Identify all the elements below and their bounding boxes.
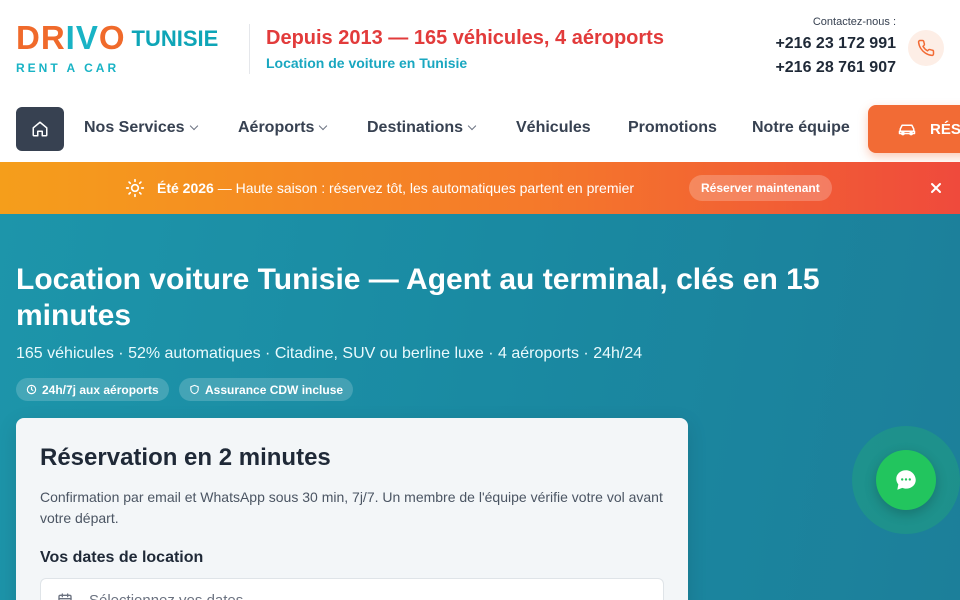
chat-button[interactable] (876, 450, 936, 510)
contact-phone-1[interactable]: +216 23 172 991 (775, 34, 896, 54)
brand-part-3: O (98, 19, 126, 56)
banner-message: Été 2026 — Haute saison : réservez tôt, … (157, 180, 634, 196)
nav-item-airports[interactable]: Aéroports (238, 119, 328, 137)
booking-description: Confirmation par email et WhatsApp sous … (40, 489, 663, 526)
brand-wordmark: DRIVO TUNISIE (16, 20, 218, 57)
calendar-icon (58, 593, 72, 600)
dates-placeholder: Sélectionnez vos dates (89, 591, 244, 600)
contact-phone-2[interactable]: +216 28 761 907 (775, 58, 896, 78)
chevron-down-icon (189, 121, 198, 131)
hero-subtitle: 165 véhicules · 52% automatiques · Citad… (16, 345, 643, 362)
contact-label: Contactez-nous : (812, 16, 896, 28)
nav-item-destinations[interactable]: Destinations (367, 119, 477, 137)
brand-logo[interactable]: DRIVO TUNISIE RENT A CAR (16, 20, 218, 76)
season-banner: Été 2026 — Haute saison : réservez tôt, … (0, 162, 960, 214)
nav-item-vehicles[interactable]: Véhicules (516, 119, 591, 137)
booking-title: Réservation en 2 minutes (40, 444, 331, 471)
badge-insurance-label: Assurance CDW incluse (205, 382, 344, 397)
chevron-down-icon (319, 121, 328, 131)
sun-icon (125, 178, 145, 198)
contact-block: Contactez-nous : +216 23 172 991 +216 28… (775, 16, 896, 78)
car-icon (898, 124, 916, 136)
nav-promotions-label: Promotions (628, 119, 717, 136)
tagline-sub: Location de voiture en Tunisie (266, 55, 468, 71)
banner-cta-button[interactable]: Réserver maintenant (689, 175, 832, 201)
home-icon (32, 121, 48, 137)
chat-bubble-icon (896, 470, 916, 490)
nav-airports-label: Aéroports (238, 119, 315, 136)
site-header: DRIVO TUNISIE RENT A CAR Depuis 2013 — 16… (0, 0, 960, 162)
reserve-button[interactable]: RÉS (868, 105, 960, 153)
chevron-down-icon (467, 121, 477, 131)
banner-season: Été 2026 (157, 180, 214, 196)
reserve-button-label: RÉS (930, 120, 960, 138)
brand-country: TUNISIE (131, 26, 219, 51)
header-divider (249, 24, 250, 74)
call-button[interactable] (908, 30, 944, 66)
phone-icon (917, 39, 935, 57)
banner-message-text: — Haute saison : réservez tôt, les autom… (213, 180, 635, 196)
clock-icon (26, 384, 37, 395)
badge-airport-hours: 24h/7j aux aéroports (16, 378, 169, 401)
nav-team-label: Notre équipe (752, 119, 850, 136)
dates-label: Vos dates de location (40, 549, 204, 566)
dates-input[interactable]: Sélectionnez vos dates (40, 578, 664, 600)
hero-section: Location voiture Tunisie — Agent au term… (0, 214, 960, 600)
shield-icon (190, 384, 199, 395)
nav-item-services[interactable]: Nos Services (84, 119, 198, 137)
badge-airport-hours-label: 24h/7j aux aéroports (42, 382, 159, 397)
tagline-main: Depuis 2013 — 165 véhicules, 4 aéroports (266, 27, 664, 49)
nav-services-label: Nos Services (84, 119, 185, 136)
nav-item-promotions[interactable]: Promotions (628, 119, 717, 137)
brand-subtitle: RENT A CAR (16, 61, 120, 75)
badge-insurance: Assurance CDW incluse (179, 378, 354, 401)
nav-vehicles-label: Véhicules (516, 119, 591, 136)
main-nav: Nos Services Aéroports Destinations Véhi… (0, 105, 960, 153)
brand-part-1: DR (16, 19, 66, 56)
nav-item-team[interactable]: Notre équipe (752, 119, 850, 137)
brand-part-2: IV (65, 19, 99, 56)
home-button[interactable] (16, 107, 64, 151)
hero-title: Location voiture Tunisie — Agent au term… (16, 263, 820, 332)
header-tagline: Depuis 2013 — 165 véhicules, 4 aéroports… (266, 26, 664, 71)
close-icon[interactable] (928, 180, 944, 196)
nav-destinations-label: Destinations (367, 119, 464, 136)
booking-card: Réservation en 2 minutes Confirmation pa… (16, 418, 688, 600)
